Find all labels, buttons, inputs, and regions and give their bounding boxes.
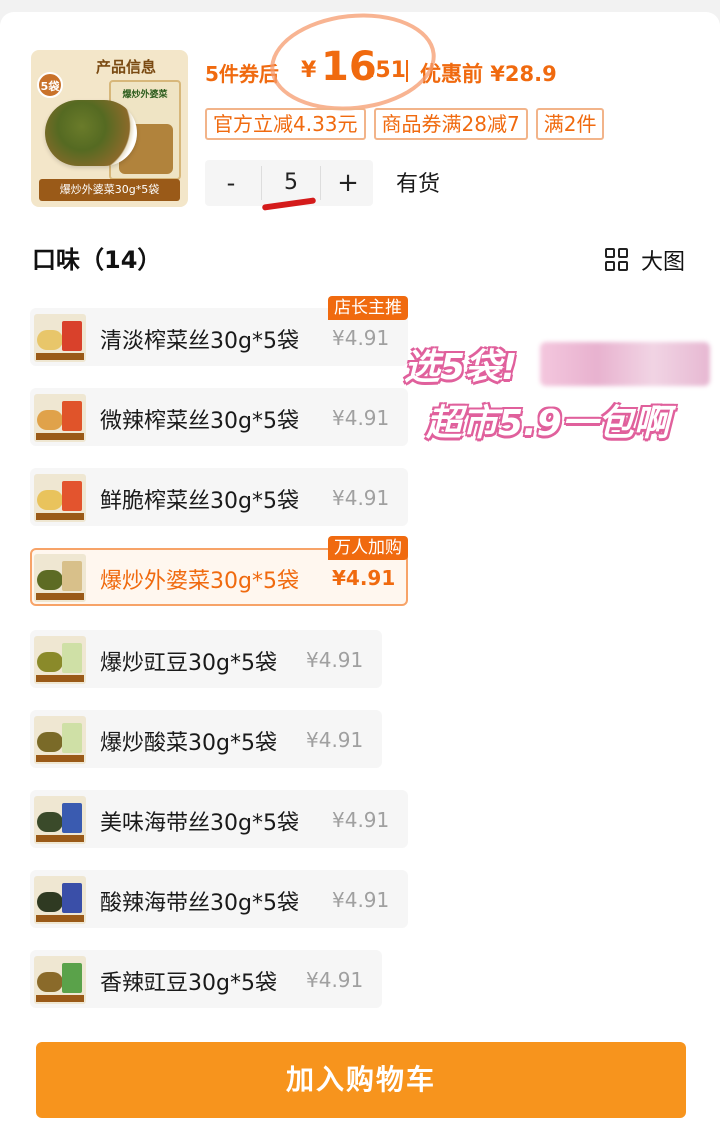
flavor-name: 美味海带丝30g*5袋 bbox=[100, 811, 299, 836]
coupon-tag[interactable]: 商品券满28减7 bbox=[373, 108, 528, 140]
flavor-price: ¥4.91 bbox=[332, 406, 390, 430]
price-divider bbox=[406, 60, 408, 82]
decrease-button[interactable]: - bbox=[205, 160, 257, 206]
promo-overlay: 选5袋! 超市5.9一包啊 bbox=[404, 338, 714, 448]
flavor-thumbnail bbox=[34, 956, 86, 1004]
product-image[interactable]: 产品信息 5袋 爆炒外婆菜 爆炒外婆菜30g*5袋 bbox=[31, 50, 188, 207]
flavor-name: 爆炒酸菜30g*5袋 bbox=[100, 731, 277, 756]
pack-count-badge: 5袋 bbox=[37, 72, 63, 98]
flavor-thumbnail bbox=[34, 474, 86, 522]
coupon-tag[interactable]: 官方立减4.33元 bbox=[205, 108, 366, 140]
add-to-cart-button[interactable]: 加入购物车 bbox=[36, 1042, 686, 1118]
flavor-option[interactable]: 爆炒豇豆30g*5袋 ¥4.91 bbox=[30, 630, 382, 688]
flavor-name: 香辣豇豆30g*5袋 bbox=[100, 971, 277, 996]
flavor-option[interactable]: 微辣榨菜丝30g*5袋 ¥4.91 bbox=[30, 388, 408, 446]
flavor-price: ¥4.91 bbox=[332, 326, 390, 350]
flavor-thumbnail bbox=[34, 876, 86, 924]
flavor-price: ¥4.91 bbox=[306, 968, 364, 992]
thumb-caption: 爆炒外婆菜30g*5袋 bbox=[39, 179, 180, 201]
flavor-price: ¥4.91 bbox=[332, 808, 390, 832]
flavor-name: 鲜脆榨菜丝30g*5袋 bbox=[100, 489, 299, 514]
flavor-tag: 万人加购 bbox=[328, 536, 408, 560]
flavor-option[interactable]: 酸辣海带丝30g*5袋 ¥4.91 bbox=[30, 870, 408, 928]
flavor-thumbnail bbox=[34, 716, 86, 764]
flavor-price: ¥4.91 bbox=[332, 486, 390, 510]
stock-status: 有货 bbox=[396, 172, 441, 197]
flavor-option[interactable]: 香辣豇豆30g*5袋 ¥4.91 bbox=[30, 950, 382, 1008]
flavor-name: 爆炒外婆菜30g*5袋 bbox=[100, 569, 299, 594]
flavor-thumbnail bbox=[34, 636, 86, 684]
currency-symbol: ¥ bbox=[301, 58, 317, 83]
flavor-option[interactable]: 清淡榨菜丝30g*5袋 ¥4.91 店长主推 bbox=[30, 296, 408, 366]
flavor-tag: 店长主推 bbox=[328, 296, 408, 320]
package-label: 爆炒外婆菜 bbox=[122, 90, 168, 100]
flavor-thumbnail bbox=[34, 314, 86, 362]
grid-icon bbox=[605, 248, 629, 272]
flavor-thumbnail bbox=[34, 394, 86, 442]
flavor-name: 微辣榨菜丝30g*5袋 bbox=[100, 409, 299, 434]
thumb-title: 产品信息 bbox=[95, 58, 156, 76]
original-price: 优惠前 ¥28.9 bbox=[420, 62, 557, 86]
quantity-stepper: - 5 + bbox=[205, 160, 373, 206]
coupon-price-label: 5件券后 bbox=[205, 62, 279, 86]
price-decimal: .51 bbox=[367, 58, 406, 83]
flavor-name: 清淡榨菜丝30g*5袋 bbox=[100, 329, 299, 354]
flavor-section-title: 口味（14） bbox=[32, 246, 162, 274]
flavor-price: ¥4.91 bbox=[306, 648, 364, 672]
flavor-option[interactable]: 爆炒酸菜30g*5袋 ¥4.91 bbox=[30, 710, 382, 768]
flavor-name: 酸辣海带丝30g*5袋 bbox=[100, 891, 299, 916]
flavor-price: ¥4.91 bbox=[306, 728, 364, 752]
flavor-name: 爆炒豇豆30g*5袋 bbox=[100, 651, 277, 676]
big-view-label: 大图 bbox=[641, 250, 686, 275]
promo-line-2: 超市5.9一包啊 bbox=[426, 403, 670, 444]
flavor-price: ¥4.91 bbox=[332, 566, 396, 590]
flavor-thumbnail bbox=[34, 796, 86, 844]
quantity-input[interactable]: 5 bbox=[261, 166, 321, 200]
flavor-option[interactable]: 爆炒外婆菜30g*5袋 ¥4.91 万人加购 bbox=[30, 536, 408, 606]
increase-button[interactable]: + bbox=[323, 160, 373, 206]
blurred-text bbox=[540, 342, 710, 386]
flavor-option[interactable]: 美味海带丝30g*5袋 ¥4.91 bbox=[30, 790, 408, 848]
coupon-tag[interactable]: 满2件 bbox=[535, 108, 605, 140]
flavor-price: ¥4.91 bbox=[332, 888, 390, 912]
coupon-row: 官方立减4.33元 商品券满28减7 满2件 bbox=[205, 108, 667, 140]
promo-line-1: 选5袋! bbox=[404, 347, 518, 388]
top-bar bbox=[0, 0, 720, 26]
flavor-option[interactable]: 鲜脆榨菜丝30g*5袋 ¥4.91 bbox=[30, 468, 408, 526]
price-line: 5件券后 ¥ 16 .51 优惠前 ¥28.9 bbox=[205, 40, 705, 96]
bowl-image bbox=[45, 100, 137, 166]
flavor-thumbnail bbox=[34, 554, 86, 602]
